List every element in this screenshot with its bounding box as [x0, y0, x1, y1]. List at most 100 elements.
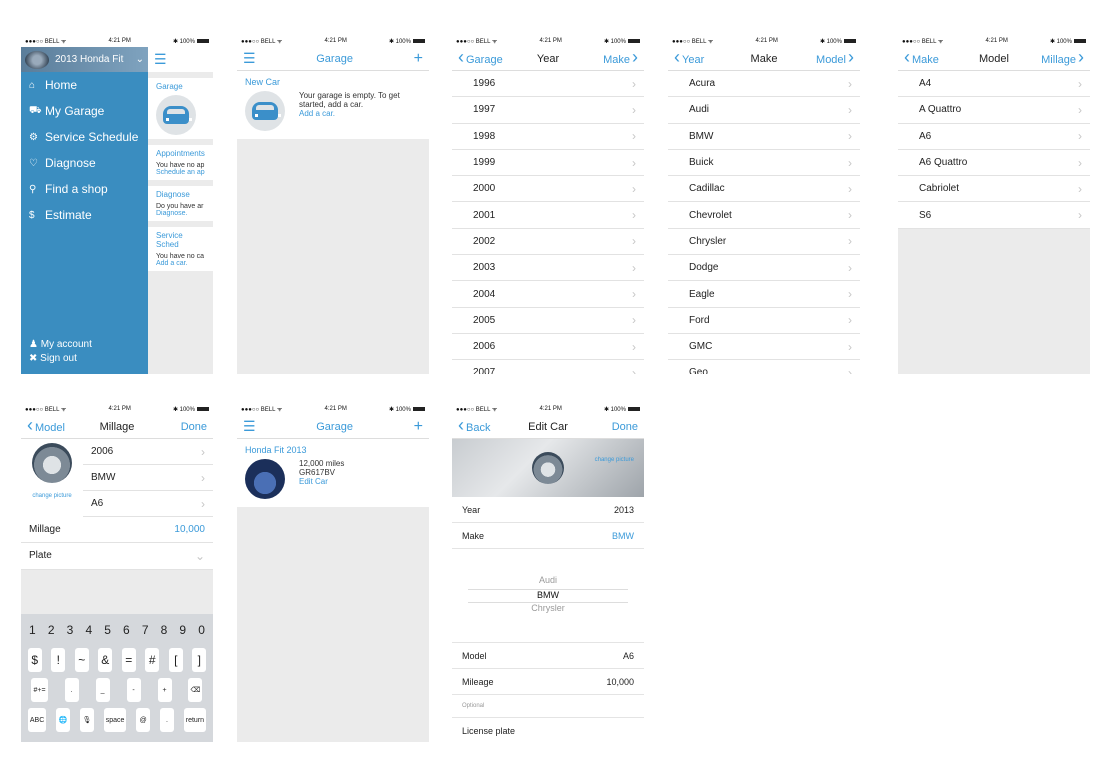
list-item[interactable]: Chevrolet ›	[668, 202, 860, 229]
keyboard-key[interactable]: 3	[63, 618, 77, 642]
keyboard-key[interactable]: 9	[176, 618, 190, 642]
next-button[interactable]: Millage	[1041, 52, 1084, 66]
picker-option[interactable]: Audi	[539, 575, 557, 589]
menu-item-service-schedule[interactable]: ⚙ Service Schedule	[21, 124, 148, 150]
keyboard-key[interactable]: 8	[157, 618, 171, 642]
list-item[interactable]: Ford ›	[668, 308, 860, 334]
list-item[interactable]: 2003 ›	[452, 255, 644, 282]
list-item[interactable]: BMW ›	[668, 124, 860, 150]
keyboard-key[interactable]: +	[157, 678, 172, 702]
menu-item-estimate[interactable]: $ Estimate	[21, 202, 148, 228]
keyboard-key[interactable]: 🌐	[56, 708, 71, 732]
list-item[interactable]: Cabriolet ›	[898, 176, 1090, 203]
keyboard-key[interactable]: $	[27, 648, 42, 672]
list-item[interactable]: S6 ›	[898, 202, 1090, 229]
change-picture-link[interactable]: change picture	[595, 457, 634, 463]
keyboard-key[interactable]: [	[168, 648, 183, 672]
list-item[interactable]: 2000 ›	[452, 176, 644, 203]
make-field[interactable]: Make BMW	[452, 523, 644, 549]
list-item[interactable]: 1997 ›	[452, 97, 644, 124]
car-selector[interactable]: 2013 Honda Fit ⌄	[21, 47, 148, 72]
year-row[interactable]: 2006 ›	[83, 439, 213, 465]
make-picker[interactable]: Audi BMW Chrysler	[452, 549, 644, 643]
model-row[interactable]: A6 ›	[83, 491, 213, 517]
section-link[interactable]: Schedule an ap	[156, 169, 205, 176]
keyboard-key[interactable]: #+=	[31, 678, 48, 702]
list-item[interactable]: Acura ›	[668, 71, 860, 98]
list-item[interactable]: 2001 ›	[452, 202, 644, 229]
done-button[interactable]: Done	[612, 421, 638, 433]
edit-car-link[interactable]: Edit Car	[299, 477, 344, 486]
keyboard-key[interactable]: 4	[82, 618, 96, 642]
back-button[interactable]: Make	[904, 52, 939, 66]
menu-item-home[interactable]: ⌂ Home	[21, 72, 148, 98]
list-item[interactable]: A4 ›	[898, 71, 1090, 98]
list-item[interactable]: Chrysler ›	[668, 229, 860, 256]
sign-out-link[interactable]: ✖ Sign out	[29, 352, 92, 366]
keyboard-key[interactable]: !	[51, 648, 66, 672]
hamburger-icon[interactable]: ☰	[243, 418, 256, 435]
section-link[interactable]: Diagnose.	[156, 210, 205, 217]
list-item[interactable]: Audi ›	[668, 97, 860, 124]
mileage-field[interactable]: Mileage 10,000	[452, 669, 644, 695]
keyboard-key[interactable]: return	[183, 708, 207, 732]
keyboard-key[interactable]: 5	[101, 618, 115, 642]
list-item[interactable]: Geo ›	[668, 360, 860, 374]
hamburger-icon[interactable]: ☰	[243, 50, 256, 67]
keyboard-key[interactable]: ⌫	[188, 678, 203, 702]
list-item[interactable]: A6 ›	[898, 124, 1090, 150]
add-icon[interactable]: +	[414, 418, 423, 436]
keyboard-key[interactable]: 🎙	[79, 708, 94, 732]
picker-selected[interactable]: BMW	[468, 588, 628, 603]
keyboard-key[interactable]: &	[98, 648, 113, 672]
list-item[interactable]: 2007 ›	[452, 360, 644, 374]
back-button[interactable]: Garage	[458, 52, 503, 66]
list-item[interactable]: 2004 ›	[452, 281, 644, 308]
keyboard-key[interactable]: .	[159, 708, 174, 732]
keyboard-key[interactable]: ~	[74, 648, 89, 672]
list-item[interactable]: 2002 ›	[452, 229, 644, 256]
millage-field[interactable]: Millage 10,000	[21, 517, 213, 544]
keyboard-key[interactable]: =	[121, 648, 136, 672]
menu-item-find-shop[interactable]: ⚲ Find a shop	[21, 176, 148, 202]
keyboard-key[interactable]: @	[136, 708, 151, 732]
list-item[interactable]: 1998 ›	[452, 124, 644, 150]
keyboard-key[interactable]: .	[64, 678, 79, 702]
add-car-link[interactable]: Add a car.	[299, 109, 409, 118]
section-link[interactable]: Add a car.	[156, 260, 205, 267]
add-icon[interactable]: +	[414, 50, 423, 68]
plate-field[interactable]: Plate ⌄	[21, 543, 213, 570]
list-item[interactable]: Eagle ›	[668, 281, 860, 308]
keyboard-key[interactable]: _	[95, 678, 110, 702]
keyboard-key[interactable]: 0	[195, 618, 209, 642]
list-item[interactable]: 1999 ›	[452, 150, 644, 177]
next-button[interactable]: Model	[816, 52, 854, 66]
list-item[interactable]: 2006 ›	[452, 334, 644, 361]
keyboard-key[interactable]: 7	[138, 618, 152, 642]
list-item[interactable]: A Quattro ›	[898, 97, 1090, 124]
model-field[interactable]: Model A6	[452, 643, 644, 669]
list-item[interactable]: GMC ›	[668, 334, 860, 361]
menu-item-my-garage[interactable]: ⛟ My Garage	[21, 98, 148, 124]
garage-peek[interactable]: ☰ Garage Appointments You have no ap Sch…	[148, 47, 213, 374]
keyboard-key[interactable]: 1	[25, 618, 39, 642]
keyboard-key[interactable]: space	[103, 708, 127, 732]
next-button[interactable]: Make	[603, 52, 638, 66]
keyboard-key[interactable]: -	[126, 678, 141, 702]
menu-item-diagnose[interactable]: ♡ Diagnose	[21, 150, 148, 176]
list-item[interactable]: Dodge ›	[668, 255, 860, 282]
keyboard-key[interactable]: ]	[192, 648, 207, 672]
picker-option[interactable]: Chrysler	[531, 603, 565, 617]
change-picture-link[interactable]: change picture	[32, 493, 71, 499]
list-item[interactable]: 1996 ›	[452, 71, 644, 98]
car-card[interactable]: Honda Fit 2013 12,000 miles GR617BV Edit…	[237, 439, 429, 507]
make-row[interactable]: BMW ›	[83, 465, 213, 491]
year-field[interactable]: Year 2013	[452, 497, 644, 523]
list-item[interactable]: Cadillac ›	[668, 176, 860, 203]
license-plate-field[interactable]: License plate	[452, 718, 644, 742]
list-item[interactable]: A6 Quattro ›	[898, 150, 1090, 177]
back-button[interactable]: Back	[458, 420, 490, 434]
hamburger-icon[interactable]: ☰	[148, 47, 213, 72]
list-item[interactable]: 2005 ›	[452, 308, 644, 334]
keyboard-key[interactable]: 2	[44, 618, 58, 642]
